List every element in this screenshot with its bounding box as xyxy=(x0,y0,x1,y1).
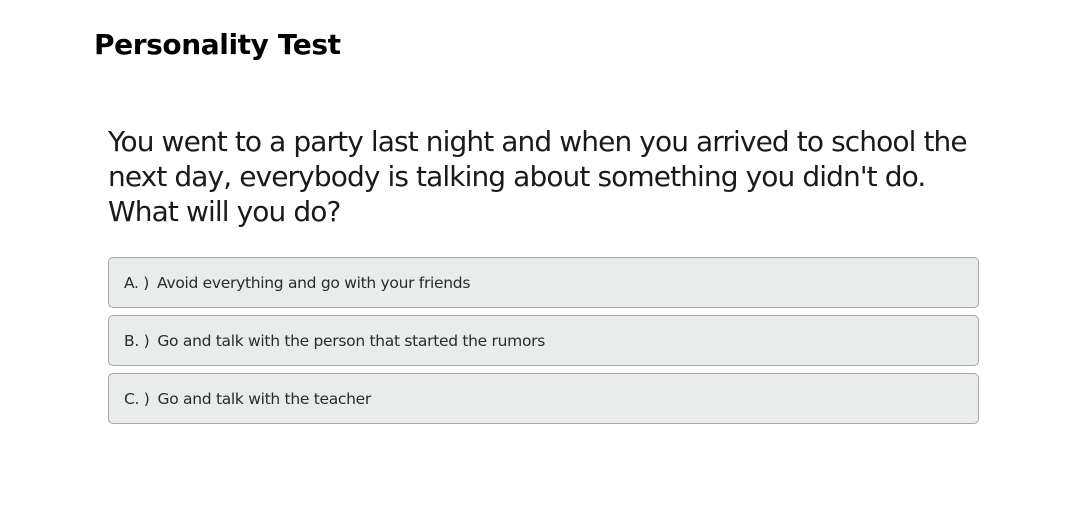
option-letter: B. ) xyxy=(124,331,150,350)
option-a-button[interactable]: A. ) Avoid everything and go with your f… xyxy=(108,257,979,308)
page: Personality Test You went to a party las… xyxy=(0,0,1070,509)
option-text: Avoid everything and go with your friend… xyxy=(157,273,471,292)
option-text: Go and talk with the teacher xyxy=(157,389,372,408)
option-text: Go and talk with the person that started… xyxy=(157,331,545,350)
option-letter: C. ) xyxy=(124,389,150,408)
answer-options: A. ) Avoid everything and go with your f… xyxy=(108,257,979,431)
option-c-button[interactable]: C. ) Go and talk with the teacher xyxy=(108,373,979,424)
app-title: Personality Test xyxy=(94,28,341,61)
question-text: You went to a party last night and when … xyxy=(108,125,968,228)
option-b-button[interactable]: B. ) Go and talk with the person that st… xyxy=(108,315,979,366)
option-letter: A. ) xyxy=(124,273,150,292)
